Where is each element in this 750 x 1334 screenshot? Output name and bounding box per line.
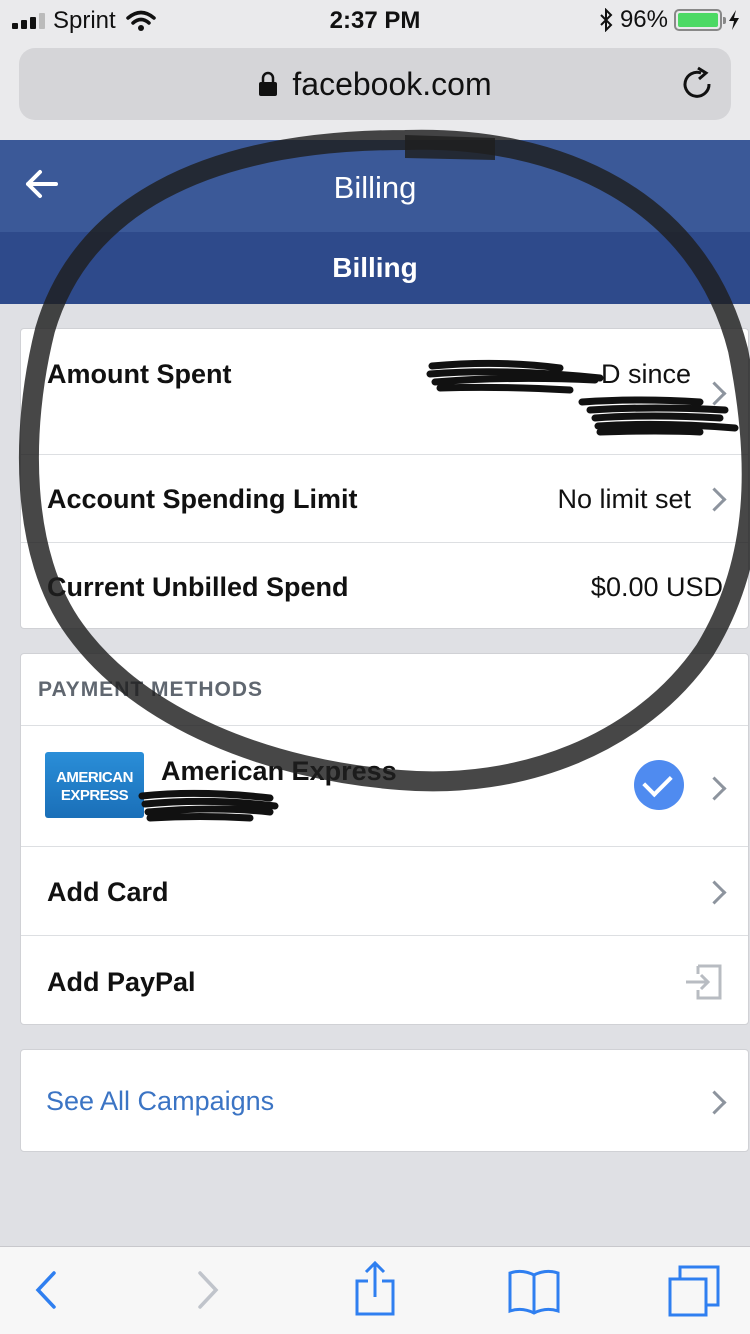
add-paypal-label: Add PayPal: [47, 967, 196, 997]
campaigns-card[interactable]: See All Campaigns: [20, 1049, 749, 1152]
amount-spent-row[interactable]: Amount Spent D since: [21, 329, 748, 454]
unbilled-spend-value: $0.00 USD: [590, 572, 723, 602]
billing-summary-card: Amount Spent D since Account Spending Li…: [20, 328, 749, 629]
address-bar[interactable]: facebook.com: [19, 48, 731, 120]
spending-limit-row[interactable]: Account Spending Limit No limit set: [21, 454, 748, 542]
bluetooth-icon: [600, 8, 613, 32]
see-all-campaigns-link[interactable]: See All Campaigns: [46, 1086, 274, 1117]
card-name: American Express: [161, 756, 397, 786]
chevron-right-icon: [710, 880, 724, 904]
tabs-icon[interactable]: [668, 1265, 720, 1317]
lock-icon: [259, 71, 278, 96]
amex-card-row[interactable]: AMERICAN EXPRESS American Express: [21, 725, 748, 846]
share-icon[interactable]: [354, 1261, 396, 1317]
page-title: Billing: [333, 170, 417, 205]
amount-spent-label: Amount Spent: [47, 359, 232, 389]
spending-limit-label: Account Spending Limit: [47, 484, 358, 514]
bookmarks-icon[interactable]: [508, 1267, 560, 1315]
amex-logo: AMERICAN EXPRESS: [45, 752, 144, 818]
chevron-right-icon: [710, 1090, 724, 1114]
charging-icon: [729, 10, 739, 30]
external-link-icon: [686, 964, 722, 1000]
browser-toolbar: [0, 1246, 750, 1334]
status-bar: Sprint 2:37 PM 96%: [0, 0, 750, 40]
unbilled-spend-row: Current Unbilled Spend $0.00 USD: [21, 542, 748, 628]
chevron-right-icon: [710, 381, 724, 405]
amount-spent-value: D since: [600, 359, 691, 389]
amex-logo-line2: EXPRESS: [60, 787, 129, 804]
url-display[interactable]: facebook.com: [19, 66, 731, 103]
section-title-bar: Billing: [0, 232, 750, 304]
checkmark-icon: [634, 760, 684, 810]
page-header: Billing: [0, 140, 750, 232]
reload-icon[interactable]: [681, 66, 715, 102]
status-right: 96%: [598, 6, 740, 34]
section-title: Billing: [332, 252, 418, 283]
url-text: facebook.com: [292, 66, 492, 102]
chevron-right-icon: [710, 776, 724, 800]
unbilled-spend-label: Current Unbilled Spend: [47, 572, 349, 602]
payment-methods-card: PAYMENT METHODS AMERICAN EXPRESS America…: [20, 653, 749, 1025]
payment-methods-header: PAYMENT METHODS: [38, 678, 264, 701]
battery-icon: [674, 9, 726, 31]
spending-limit-value: No limit set: [557, 484, 691, 514]
battery-percent: 96%: [619, 6, 668, 33]
add-card-label: Add Card: [47, 877, 169, 907]
chevron-right-icon: [710, 487, 724, 511]
add-paypal-row[interactable]: Add PayPal: [21, 935, 748, 1024]
browser-address-area: facebook.com: [0, 40, 750, 140]
back-icon[interactable]: [30, 1265, 58, 1315]
add-card-row[interactable]: Add Card: [21, 846, 748, 935]
forward-icon: [198, 1271, 219, 1309]
payment-methods-header-row: PAYMENT METHODS: [21, 654, 748, 725]
amex-logo-line1: AMERICAN: [56, 769, 133, 786]
